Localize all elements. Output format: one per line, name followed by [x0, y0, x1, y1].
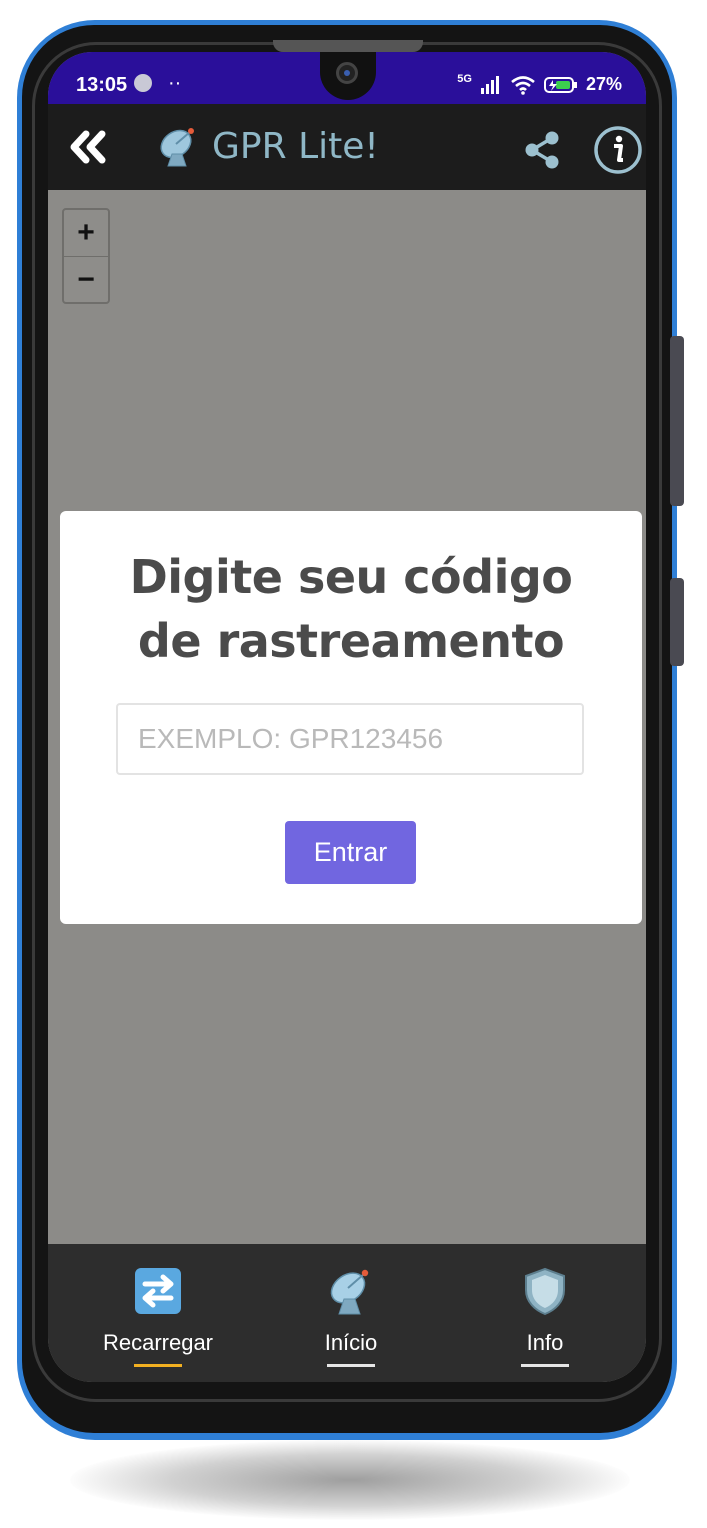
nav-label-info: Info: [526, 1330, 564, 1355]
nav-underline: [327, 1364, 375, 1367]
satellite-dish-icon: [160, 128, 194, 167]
tracking-code-dialog: Digite seu código de rastreamento Entrar: [60, 511, 642, 924]
nav-item-inicio[interactable]: Início: [271, 1244, 431, 1382]
battery-percent: 27%: [585, 74, 622, 94]
bottom-navigation: Recarregar Início Info: [48, 1244, 646, 1382]
double-chevron-left-icon: [70, 130, 106, 164]
map-zoom-control: + −: [62, 208, 110, 304]
back-button[interactable]: [64, 124, 112, 170]
satellite-dish-icon: [330, 1269, 369, 1315]
info-button[interactable]: [592, 124, 644, 176]
network-label: 5G: [457, 72, 472, 85]
power-button: [670, 578, 684, 666]
wrench-icon: [134, 74, 152, 92]
status-indicators: 5G 27%: [457, 72, 622, 95]
notification-dots: ··: [168, 72, 182, 94]
nav-label-recarregar: Recarregar: [102, 1330, 214, 1355]
app-title: GPR Lite!: [212, 126, 379, 167]
nav-label-inicio: Início: [324, 1330, 378, 1355]
wifi-icon: [511, 75, 535, 95]
app-bar: GPR Lite!: [48, 104, 646, 190]
enter-button[interactable]: Entrar: [285, 821, 416, 884]
nav-underline: [521, 1364, 569, 1367]
earpiece-speaker: [273, 40, 423, 52]
tracking-code-input[interactable]: [116, 703, 584, 775]
info-circle-icon: [594, 126, 642, 174]
phone-shadow: [70, 1440, 630, 1520]
zoom-in-button[interactable]: +: [64, 210, 108, 257]
battery-icon: [543, 76, 577, 93]
share-icon: [525, 131, 559, 169]
dialog-title-line-2: de rastreamento: [137, 614, 565, 668]
shield-icon: [525, 1267, 565, 1316]
volume-button: [670, 336, 684, 506]
zoom-out-button[interactable]: −: [64, 257, 108, 303]
nav-item-info[interactable]: Info: [465, 1244, 625, 1382]
share-button[interactable]: [522, 130, 562, 170]
dialog-title: Digite seu código de rastreamento: [60, 545, 642, 673]
dialog-title-line-1: Digite seu código: [129, 550, 573, 604]
refresh-icon: [135, 1268, 181, 1314]
signal-icon: [480, 75, 499, 94]
status-time: 13:05: [76, 74, 128, 96]
front-camera: [336, 62, 358, 84]
nav-active-indicator: [134, 1364, 182, 1367]
phone-screen: 13:05 ·· 5G 27% GPR Lite! + − Digite seu…: [48, 52, 646, 1382]
nav-item-recarregar[interactable]: Recarregar: [78, 1244, 238, 1382]
